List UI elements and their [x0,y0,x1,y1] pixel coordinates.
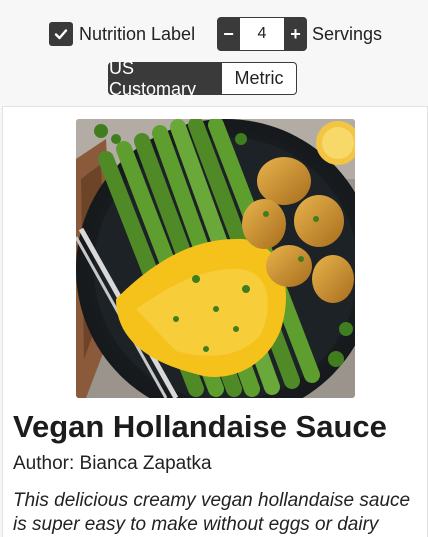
us-customary-button[interactable]: US Customary [108,58,222,99]
recipe-title: Vegan Hollandaise Sauce [13,409,387,444]
decrease-servings-button[interactable]: − [217,17,240,51]
recipe-author: Author: Bianca Zapatka [13,453,212,474]
recipe-controls: Nutrition Label − 4 + Servings US Custom… [0,0,428,106]
recipe-photo [76,119,355,398]
increase-servings-button[interactable]: + [284,17,307,51]
nutrition-label-checkbox[interactable] [49,22,73,46]
recipe-card: Vegan Hollandaise Sauce Author: Bianca Z… [2,106,428,537]
servings-input[interactable]: 4 [240,17,284,51]
asparagus-hollandaise-image [76,119,355,398]
nutrition-label-toggle[interactable]: Nutrition Label [49,21,195,47]
check-icon [54,29,68,40]
nutrition-label-text: Nutrition Label [79,23,196,44]
unit-system-toggle: US Customary Metric [108,58,297,99]
recipe-description: This delicious creamy vegan hollandaise … [13,490,411,535]
metric-button[interactable]: Metric [222,62,297,95]
servings-label: Servings [312,23,383,44]
servings-stepper: − 4 + Servings [217,17,382,51]
